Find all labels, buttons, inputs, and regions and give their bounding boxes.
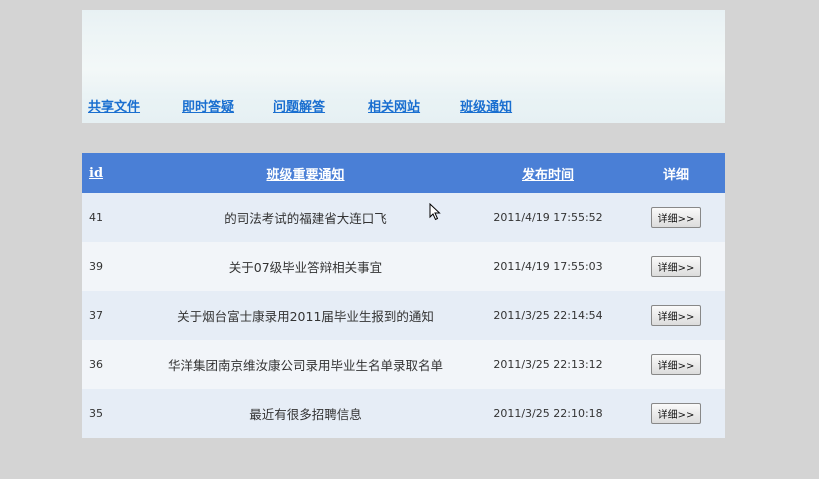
row-id: 35 [89, 407, 103, 420]
row-id: 36 [89, 358, 103, 371]
sort-id-link[interactable]: id [89, 166, 103, 181]
row-title: 关于07级毕业答辩相关事宜 [228, 260, 383, 275]
detail-button[interactable]: 详细>> [650, 403, 702, 424]
nav-link-instant-qa[interactable]: 即时答疑 [182, 96, 234, 115]
table-row: 36 华洋集团南京维汝康公司录用毕业生名单录取名单 2011/3/25 22:1… [82, 340, 725, 389]
site-header: 共享文件 即时答疑 问题解答 相关网站 班级通知 [82, 10, 725, 123]
row-id: 39 [89, 260, 103, 273]
header-id[interactable]: id [82, 153, 142, 193]
row-title: 最近有很多招聘信息 [249, 407, 362, 422]
header-detail: 详细 [662, 167, 689, 183]
table-row: 41 的司法考试的福建省大连口飞 2011/4/19 17:55:52 详细>> [82, 193, 725, 242]
nav-link-class-notices[interactable]: 班级通知 [460, 96, 512, 115]
row-title: 华洋集团南京维汝康公司录用毕业生名单录取名单 [167, 358, 443, 373]
table-header-row: id 班级重要通知 发布时间 详细 [82, 153, 725, 193]
sort-time-link[interactable]: 发布时间 [522, 168, 574, 183]
detail-button[interactable]: 详细>> [650, 256, 702, 277]
row-time: 2011/3/25 22:14:54 [493, 309, 603, 322]
row-time: 2011/3/25 22:13:12 [493, 358, 603, 371]
detail-button[interactable]: 详细>> [650, 207, 702, 228]
row-time: 2011/4/19 17:55:03 [493, 260, 603, 273]
nav-link-shared-files[interactable]: 共享文件 [88, 96, 140, 115]
table-row: 35 最近有很多招聘信息 2011/3/25 22:10:18 详细>> [82, 389, 725, 438]
row-id: 41 [89, 211, 103, 224]
header-title[interactable]: 班级重要通知 [142, 153, 469, 193]
row-time: 2011/3/25 22:10:18 [493, 407, 603, 420]
table-row: 37 关于烟台富士康录用2011届毕业生报到的通知 2011/3/25 22:1… [82, 291, 725, 340]
detail-button[interactable]: 详细>> [650, 354, 702, 375]
row-title: 关于烟台富士康录用2011届毕业生报到的通知 [177, 309, 434, 324]
mouse-cursor-icon [429, 203, 441, 221]
nav-link-faq[interactable]: 问题解答 [273, 96, 325, 115]
header-time[interactable]: 发布时间 [469, 153, 627, 193]
table-row: 39 关于07级毕业答辩相关事宜 2011/4/19 17:55:03 详细>> [82, 242, 725, 291]
nav-link-related-sites[interactable]: 相关网站 [368, 96, 420, 115]
row-title: 的司法考试的福建省大连口飞 [224, 211, 387, 226]
sort-title-link[interactable]: 班级重要通知 [266, 168, 344, 183]
row-time: 2011/4/19 17:55:52 [493, 211, 603, 224]
detail-button[interactable]: 详细>> [650, 305, 702, 326]
row-id: 37 [89, 309, 103, 322]
notice-table: id 班级重要通知 发布时间 详细 41 的司法考试的福建省大连口飞 2011/… [82, 153, 725, 438]
main-nav: 共享文件 即时答疑 问题解答 相关网站 班级通知 [88, 96, 512, 115]
notice-panel: id 班级重要通知 发布时间 详细 41 的司法考试的福建省大连口飞 2011/… [82, 153, 725, 438]
